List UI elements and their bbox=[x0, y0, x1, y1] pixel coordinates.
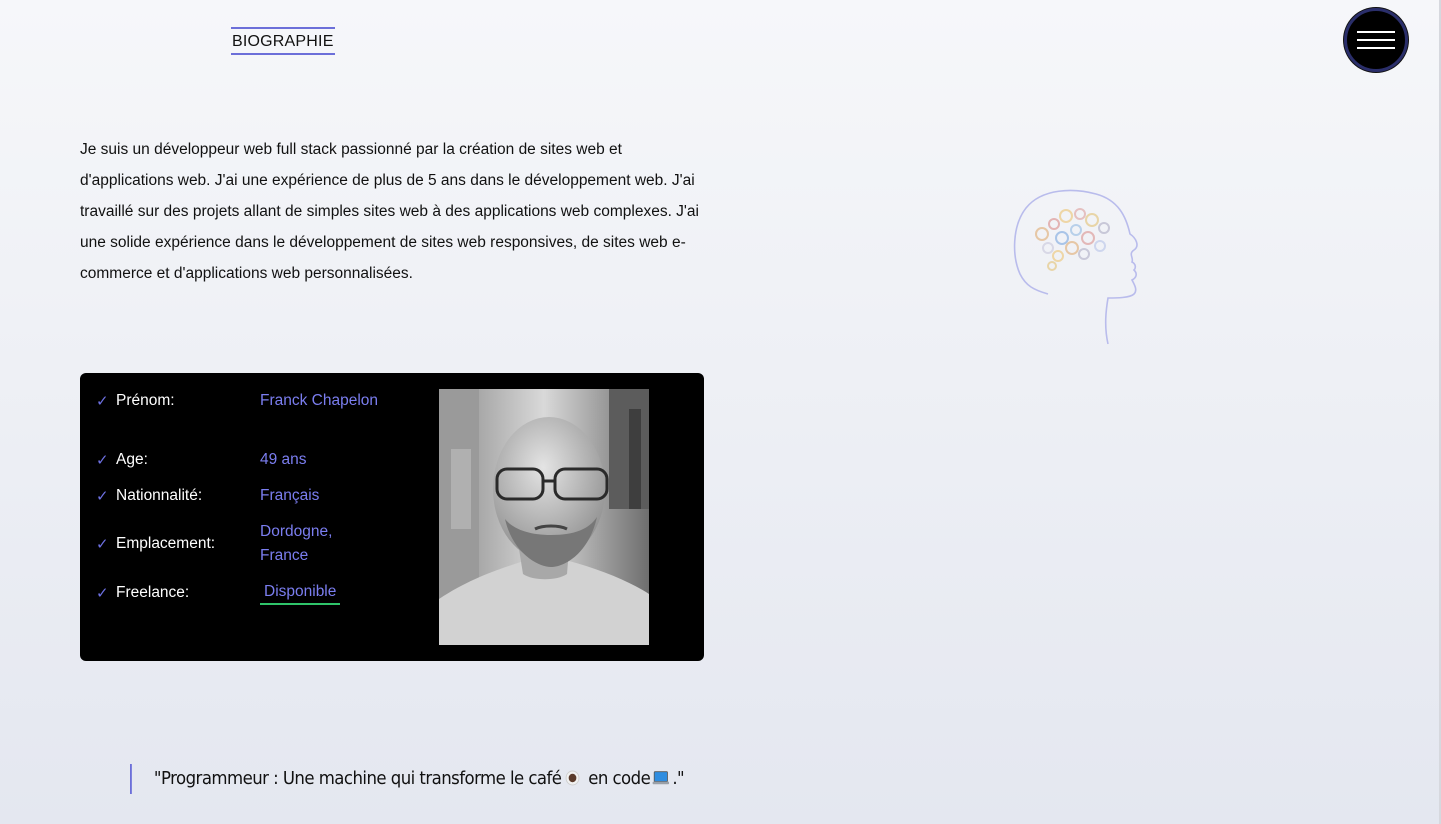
profile-card: ✓ Prénom: Franck Chapelon ✓ Age: 49 ans … bbox=[80, 373, 704, 661]
profile-label: Nationnalité: bbox=[116, 487, 203, 504]
profile-value: Français bbox=[260, 487, 320, 504]
quote-text-start: "Programmeur : Une machine qui transform… bbox=[153, 768, 562, 789]
check-icon: ✓ bbox=[96, 393, 109, 410]
menu-button[interactable] bbox=[1344, 8, 1408, 72]
coffee-cup-icon bbox=[565, 770, 580, 786]
hamburger-menu-icon bbox=[1357, 31, 1395, 33]
quote-text-middle: en code bbox=[583, 768, 651, 789]
profile-value: Franck Chapelon bbox=[260, 392, 379, 409]
profile-value: Dordogne, France bbox=[260, 523, 333, 564]
availability-badge: Disponible bbox=[260, 581, 341, 605]
profile-value-wrap: Disponible bbox=[260, 580, 380, 605]
laptop-icon bbox=[653, 771, 670, 785]
profile-row-location: ✓ Emplacement: Dordogne, France bbox=[96, 520, 380, 568]
profile-label: Emplacement: bbox=[116, 535, 216, 552]
check-icon: ✓ bbox=[96, 488, 109, 505]
profile-value: 49 ans bbox=[260, 451, 307, 468]
brain-gears-icon bbox=[1013, 189, 1138, 345]
profile-row-freelance: ✓ Freelance: Disponible bbox=[96, 580, 380, 605]
hamburger-menu-icon-bar bbox=[1357, 47, 1395, 49]
quote-text-end: ." bbox=[672, 768, 685, 789]
profile-row-nationality: ✓ Nationnalité: Français bbox=[96, 484, 380, 508]
profile-label: Age: bbox=[116, 451, 148, 468]
hamburger-menu-icon-bar bbox=[1357, 39, 1395, 41]
check-icon: ✓ bbox=[96, 536, 109, 553]
quote: "Programmeur : Une machine qui transform… bbox=[130, 764, 685, 794]
check-icon: ✓ bbox=[96, 584, 109, 602]
profile-photo bbox=[439, 389, 649, 645]
profile-label: Prénom: bbox=[116, 392, 175, 409]
check-icon: ✓ bbox=[96, 452, 109, 469]
bio-paragraph: Je suis un développeur web full stack pa… bbox=[80, 141, 699, 282]
profile-row-firstname: ✓ Prénom: Franck Chapelon bbox=[96, 389, 380, 413]
profile-row-age: ✓ Age: 49 ans bbox=[96, 448, 380, 472]
profile-label: Freelance: bbox=[116, 583, 190, 601]
page-title: BIOGRAPHIE bbox=[231, 27, 335, 55]
